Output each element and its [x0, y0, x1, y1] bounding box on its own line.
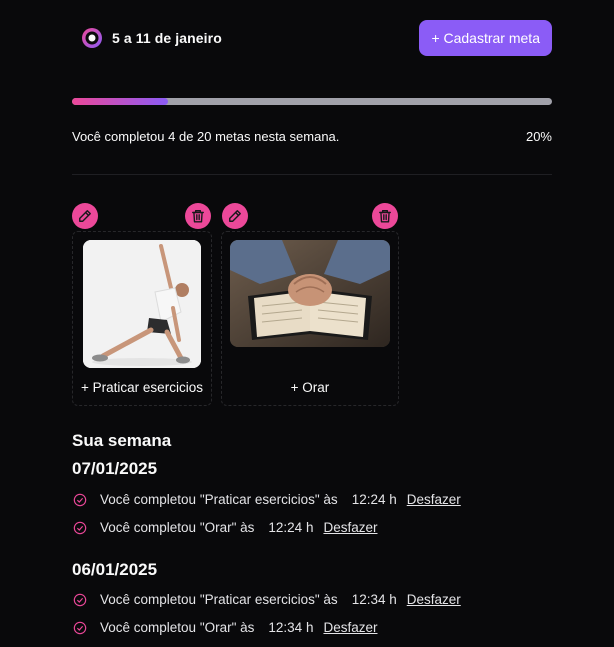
week-label: 5 a 11 de janeiro	[112, 30, 222, 46]
delete-goal-button[interactable]	[372, 203, 398, 229]
person-stretching-photo	[83, 240, 201, 368]
goal-label[interactable]: + Orar	[222, 380, 398, 395]
entry-text: Você completou "Orar" às	[100, 520, 255, 535]
entry-text: Você completou "Praticar esercicios" às	[100, 492, 338, 507]
entry-time: 12:34 h	[351, 592, 397, 607]
week-title: Sua semana	[72, 431, 172, 450]
undo-link[interactable]: Desfazer	[323, 520, 377, 535]
add-goal-button[interactable]: + Cadastrar meta	[419, 20, 552, 56]
goal-card[interactable]: + Orar	[221, 231, 399, 406]
entry-time: 12:34 h	[268, 620, 314, 635]
edit-goal-button[interactable]	[72, 203, 98, 229]
check-circle-icon	[73, 593, 87, 607]
goal-card[interactable]: + Praticar esercicios	[72, 231, 212, 406]
check-circle-icon	[73, 621, 87, 635]
undo-link[interactable]: Desfazer	[407, 492, 461, 507]
progress-summary: Você completou 4 de 20 metas nesta seman…	[72, 129, 340, 144]
praying-hands-bible-photo	[230, 240, 390, 347]
trash-icon	[379, 210, 391, 223]
divider	[72, 174, 552, 175]
undo-link[interactable]: Desfazer	[407, 592, 461, 607]
pencil-icon	[229, 210, 241, 222]
progress-fill	[72, 98, 168, 105]
goal-label[interactable]: + Praticar esercicios	[73, 380, 211, 395]
undo-link[interactable]: Desfazer	[323, 620, 377, 635]
pencil-icon	[79, 210, 91, 222]
progress-percent: 20%	[525, 129, 552, 144]
day-date: 07/01/2025	[72, 459, 158, 478]
check-circle-icon	[73, 493, 87, 507]
app-logo-icon	[82, 28, 102, 48]
edit-goal-button[interactable]	[222, 203, 248, 229]
check-circle-icon	[73, 521, 87, 535]
entry-text: Você completou "Orar" às	[100, 620, 255, 635]
trash-icon	[192, 210, 204, 223]
delete-goal-button[interactable]	[185, 203, 211, 229]
entry-text: Você completou "Praticar esercicios" às	[100, 592, 338, 607]
entry-time: 12:24 h	[268, 520, 314, 535]
progress-bar	[72, 98, 552, 105]
entry-time: 12:24 h	[351, 492, 397, 507]
day-date: 06/01/2025	[72, 560, 158, 579]
header: 5 a 11 de janeiro + Cadastrar meta	[72, 20, 552, 56]
